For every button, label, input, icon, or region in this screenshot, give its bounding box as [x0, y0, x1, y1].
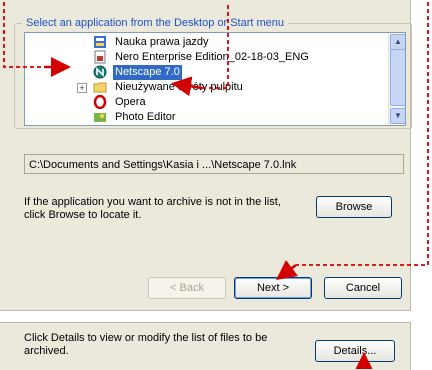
opera-icon	[93, 95, 107, 109]
details-button[interactable]: Details...	[315, 340, 395, 362]
cancel-button[interactable]: Cancel	[324, 277, 402, 299]
application-tree-list[interactable]: Nauka prawa jazdy Nero Enterprise Editio…	[24, 32, 406, 126]
next-button[interactable]: Next >	[234, 277, 312, 299]
scrollbar-thumb[interactable]	[390, 49, 405, 106]
list-item-label: Opera	[115, 96, 146, 108]
list-item-label: Nero Enterprise Edition_02-18-03_ENG	[115, 51, 309, 63]
list-scrollbar[interactable]: ▲ ▼	[388, 33, 405, 125]
scroll-up-icon[interactable]: ▲	[390, 34, 405, 50]
document-icon	[94, 50, 106, 64]
group-label: Select an application from the Desktop o…	[22, 16, 289, 30]
browse-button[interactable]: Browse	[316, 196, 392, 218]
list-item-label: Nieużywane skróty pulpitu	[115, 81, 243, 93]
selected-path-field[interactable]: C:\Documents and Settings\Kasia i ...\Ne…	[24, 154, 404, 174]
list-item-label: Nauka prawa jazdy	[115, 36, 209, 48]
netscape-icon	[93, 65, 107, 79]
folder-icon	[93, 82, 107, 93]
back-button[interactable]: < Back	[148, 277, 226, 299]
details-hint-text: Click Details to view or modify the list…	[24, 332, 268, 357]
expand-icon[interactable]: +	[77, 83, 87, 93]
browse-hint-text: If the application you want to archive i…	[24, 196, 281, 221]
list-item-label: Photo Editor	[115, 111, 176, 123]
photo-editor-icon	[94, 113, 106, 122]
list-item-label: Netscape 7.0	[113, 65, 182, 80]
application-icon	[94, 36, 106, 48]
scroll-down-icon[interactable]: ▼	[390, 108, 405, 124]
